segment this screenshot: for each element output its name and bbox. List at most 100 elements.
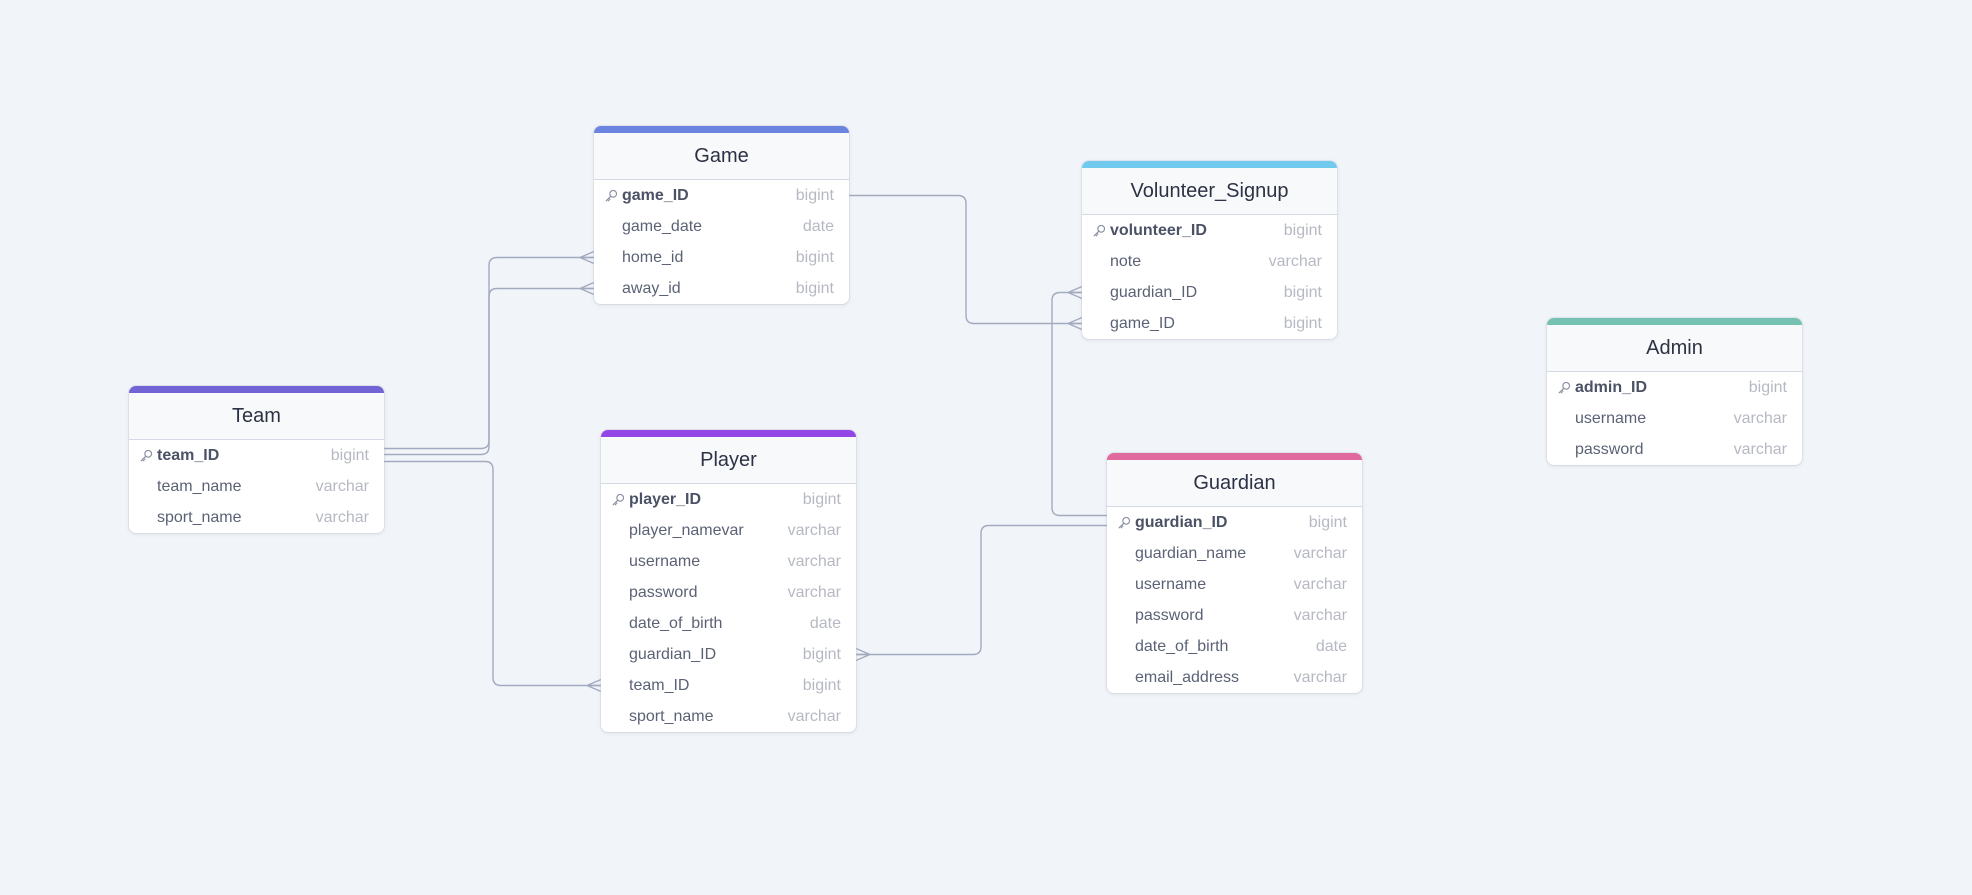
table-volunteer-signup[interactable]: Volunteer_Signup volunteer_ID bigint not… — [1082, 161, 1337, 339]
key-icon-placeholder — [1090, 254, 1108, 270]
column-row-username[interactable]: username varchar — [1547, 403, 1802, 434]
column-name: username — [1575, 409, 1647, 427]
table-team[interactable]: Team team_ID bigint team_name varchar sp… — [129, 386, 384, 533]
column-row-sport-name[interactable]: sport_name varchar — [601, 701, 856, 732]
column-row-guardian-id[interactable]: guardian_ID bigint — [1107, 507, 1362, 538]
column-name: volunteer_ID — [1110, 221, 1207, 239]
table-title: Team — [232, 404, 281, 427]
column-row-player-namevar[interactable]: player_namevar varchar — [601, 515, 856, 546]
crowfoot-volunteer-guardian-id — [1067, 285, 1083, 300]
column-type: bigint — [795, 279, 834, 297]
column-name: username — [629, 552, 701, 570]
column-name: guardian_ID — [1110, 283, 1198, 301]
crowfoot-player-team-id — [586, 678, 602, 693]
key-icon-placeholder — [1115, 546, 1133, 562]
column-row-team-id[interactable]: team_ID bigint — [601, 670, 856, 701]
key-icon — [1555, 380, 1573, 396]
column-name: password — [629, 583, 698, 601]
column-name: team_name — [157, 477, 242, 495]
column-row-password[interactable]: password varchar — [1547, 434, 1802, 465]
table-title: Admin — [1646, 336, 1703, 359]
column-type: varchar — [1293, 668, 1347, 686]
table-header[interactable]: Game — [594, 126, 849, 180]
key-icon-placeholder — [602, 219, 620, 235]
table-title: Guardian — [1193, 471, 1276, 494]
table-header[interactable]: Team — [129, 386, 384, 440]
column-row-note[interactable]: note varchar — [1082, 246, 1337, 277]
column-row-email-address[interactable]: email_address varchar — [1107, 662, 1362, 693]
diagram-canvas[interactable]: Game game_ID bigint game_date date home_… — [0, 0, 1972, 895]
column-name: date_of_birth — [629, 614, 723, 632]
column-row-team-id[interactable]: team_ID bigint — [129, 440, 384, 471]
key-icon-placeholder — [609, 616, 627, 632]
table-title: Player — [700, 448, 757, 471]
column-type: bigint — [1283, 283, 1322, 301]
column-name: away_id — [622, 279, 681, 297]
table-header[interactable]: Player — [601, 430, 856, 484]
table-columns: team_ID bigint team_name varchar sport_n… — [129, 440, 384, 533]
key-icon-placeholder — [602, 250, 620, 266]
table-header[interactable]: Admin — [1547, 318, 1802, 372]
column-name: username — [1135, 575, 1207, 593]
link-team-game-away — [384, 287, 594, 456]
key-icon — [1090, 223, 1108, 239]
key-icon — [137, 448, 155, 464]
column-row-username[interactable]: username varchar — [1107, 569, 1362, 600]
column-row-guardian-name[interactable]: guardian_name varchar — [1107, 538, 1362, 569]
column-name: player_ID — [629, 490, 702, 508]
column-row-sport-name[interactable]: sport_name varchar — [129, 502, 384, 533]
key-icon-placeholder — [609, 709, 627, 725]
column-type: bigint — [802, 676, 841, 694]
table-guardian[interactable]: Guardian guardian_ID bigint guardian_nam… — [1107, 453, 1362, 693]
column-row-away-id[interactable]: away_id bigint — [594, 273, 849, 304]
key-icon-placeholder — [1555, 411, 1573, 427]
table-header[interactable]: Volunteer_Signup — [1082, 161, 1337, 215]
column-name: team_ID — [629, 676, 690, 694]
column-row-team-name[interactable]: team_name varchar — [129, 471, 384, 502]
column-type: varchar — [315, 508, 369, 526]
key-icon — [1115, 515, 1133, 531]
table-columns: player_ID bigint player_namevar varchar … — [601, 484, 856, 732]
column-row-admin-id[interactable]: admin_ID bigint — [1547, 372, 1802, 403]
column-row-player-id[interactable]: player_ID bigint — [601, 484, 856, 515]
column-row-date-of-birth[interactable]: date_of_birth date — [601, 608, 856, 639]
column-type: varchar — [1733, 409, 1787, 427]
column-row-home-id[interactable]: home_id bigint — [594, 242, 849, 273]
column-type: date — [802, 217, 834, 235]
table-title: Volunteer_Signup — [1130, 179, 1289, 202]
table-game[interactable]: Game game_ID bigint game_date date home_… — [594, 126, 849, 304]
key-icon-placeholder — [609, 523, 627, 539]
column-name: note — [1110, 252, 1142, 270]
column-type: varchar — [787, 521, 841, 539]
table-player[interactable]: Player player_ID bigint player_namevar v… — [601, 430, 856, 732]
key-icon-placeholder — [1090, 316, 1108, 332]
table-columns: admin_ID bigint username varchar passwor… — [1547, 372, 1802, 465]
column-row-username[interactable]: username varchar — [601, 546, 856, 577]
column-row-game-date[interactable]: game_date date — [594, 211, 849, 242]
column-row-guardian-id[interactable]: guardian_ID bigint — [601, 639, 856, 670]
key-icon-placeholder — [1115, 670, 1133, 686]
column-type: bigint — [1283, 221, 1322, 239]
column-row-game-id[interactable]: game_ID bigint — [594, 180, 849, 211]
link-game-volunteer — [849, 194, 1082, 325]
table-admin[interactable]: Admin admin_ID bigint username varchar p… — [1547, 318, 1802, 465]
column-name: sport_name — [157, 508, 242, 526]
column-row-password[interactable]: password varchar — [1107, 600, 1362, 631]
column-name: team_ID — [157, 446, 220, 464]
column-type: varchar — [315, 477, 369, 495]
key-icon — [609, 492, 627, 508]
table-header[interactable]: Guardian — [1107, 453, 1362, 507]
key-icon-placeholder — [1555, 442, 1573, 458]
column-type: bigint — [330, 446, 369, 464]
column-type: varchar — [1268, 252, 1322, 270]
key-icon-placeholder — [609, 678, 627, 694]
column-row-date-of-birth[interactable]: date_of_birth date — [1107, 631, 1362, 662]
column-row-game-id[interactable]: game_ID bigint — [1082, 308, 1337, 339]
column-type: varchar — [1733, 440, 1787, 458]
key-icon-placeholder — [1090, 285, 1108, 301]
column-row-guardian-id[interactable]: guardian_ID bigint — [1082, 277, 1337, 308]
link-team-game-home — [384, 256, 594, 450]
column-row-password[interactable]: password varchar — [601, 577, 856, 608]
key-icon-placeholder — [1115, 608, 1133, 624]
column-row-volunteer-id[interactable]: volunteer_ID bigint — [1082, 215, 1337, 246]
